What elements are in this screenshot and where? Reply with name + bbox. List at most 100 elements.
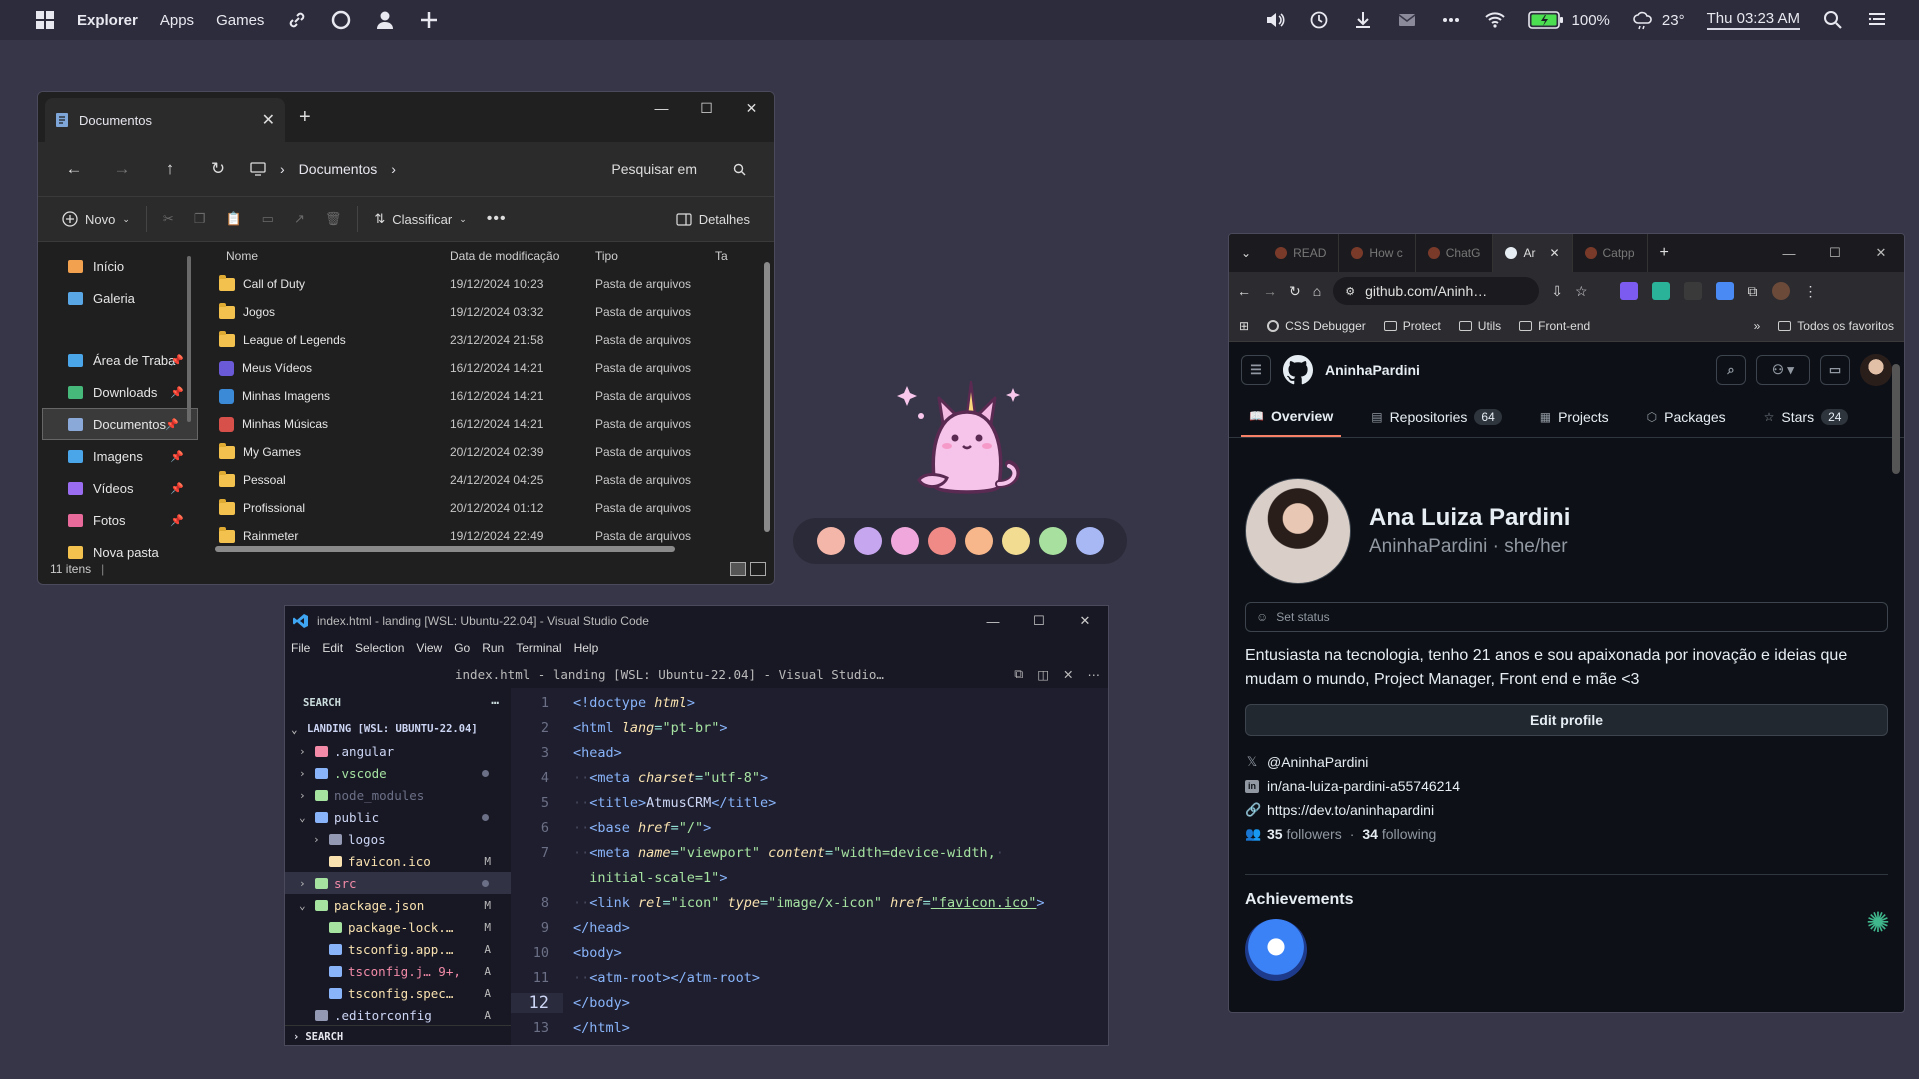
profile-tab[interactable]: ▤ Repositories 64 bbox=[1363, 397, 1510, 437]
tree-item[interactable]: tsconfig.spec… A bbox=[285, 982, 511, 1004]
twitter-link[interactable]: 𝕏 @AninhaPardini bbox=[1245, 750, 1888, 774]
paste-button[interactable]: 📋 bbox=[215, 202, 251, 236]
tree-item[interactable]: package-lock.… M bbox=[285, 916, 511, 938]
menu-run[interactable]: Run bbox=[482, 641, 504, 655]
maximize-button[interactable]: ☐ bbox=[684, 92, 729, 124]
details-button[interactable]: Detalhes bbox=[666, 202, 760, 236]
profile-avatar[interactable] bbox=[1245, 478, 1351, 584]
menu-kebab-icon[interactable]: ⋮ bbox=[1804, 283, 1818, 300]
close-window-button[interactable]: ✕ bbox=[1062, 606, 1108, 636]
minimize-button[interactable]: — bbox=[1766, 234, 1812, 272]
sort-button[interactable]: ⇅ Classificar ⌄ bbox=[364, 202, 476, 236]
refresh-icon[interactable]: ↻ bbox=[194, 149, 242, 189]
file-row[interactable]: Minhas Músicas 16/12/2024 14:21 Pasta de a… bbox=[202, 410, 774, 438]
notifications-button[interactable] bbox=[1855, 0, 1899, 40]
sidebar-item[interactable]: Fotos 📌 bbox=[38, 504, 202, 536]
tree-item[interactable]: favicon.ico M bbox=[285, 850, 511, 872]
menu-view[interactable]: View bbox=[416, 641, 442, 655]
close-editor-icon[interactable]: ✕ bbox=[1063, 667, 1073, 682]
sidebar-item[interactable]: Início bbox=[38, 250, 202, 282]
workspace-root[interactable]: ⌄ LANDING [WSL: UBUNTU-22.04] bbox=[285, 718, 511, 740]
browser-tab[interactable]: READ bbox=[1263, 234, 1340, 272]
breadcrumb-current[interactable]: Documentos bbox=[299, 161, 378, 177]
followers-link[interactable]: 35 followers bbox=[1267, 826, 1342, 842]
explorer-search[interactable]: Pesquisar em bbox=[611, 161, 762, 177]
user-button[interactable] bbox=[363, 0, 407, 40]
tab-search-button[interactable]: ⌄ bbox=[1229, 234, 1263, 272]
tree-item[interactable]: › .vscode bbox=[285, 762, 511, 784]
file-row[interactable]: Profissional 20/12/2024 01:12 Pasta de arq… bbox=[202, 494, 774, 522]
address-bar[interactable]: ⚙ github.com/Aninh… bbox=[1333, 277, 1540, 305]
profile-avatar[interactable] bbox=[1771, 282, 1790, 300]
pin-icon[interactable]: 📌 bbox=[170, 450, 184, 463]
bookmark-star-icon[interactable]: ☆ bbox=[1575, 283, 1588, 300]
more-button[interactable] bbox=[1429, 0, 1473, 40]
weather-button[interactable]: 23° bbox=[1621, 0, 1696, 40]
start-button[interactable] bbox=[24, 0, 66, 40]
minimize-button[interactable]: — bbox=[639, 92, 684, 124]
sidebar-item[interactable]: Documentos 📌 bbox=[42, 408, 198, 440]
copy-button[interactable]: ❐ bbox=[184, 202, 216, 236]
following-link[interactable]: 34 following bbox=[1362, 826, 1436, 842]
topbar-explorer[interactable]: Explorer bbox=[66, 0, 149, 40]
download-button[interactable] bbox=[1341, 0, 1385, 40]
more-bookmarks-icon[interactable]: » bbox=[1754, 319, 1761, 333]
new-tab-button[interactable]: + bbox=[1648, 244, 1681, 262]
more-options-button[interactable]: ••• bbox=[477, 202, 517, 236]
vertical-scrollbar[interactable] bbox=[1892, 364, 1900, 474]
battery-button[interactable]: 100% bbox=[1517, 0, 1621, 40]
linkedin-link[interactable]: in in/ana-luiza-pardini-a55746214 bbox=[1245, 774, 1888, 798]
browser-tab[interactable]: Ar ✕ bbox=[1493, 234, 1573, 272]
color-swatch[interactable] bbox=[1001, 527, 1030, 555]
vertical-scrollbar[interactable] bbox=[764, 262, 770, 532]
cut-button[interactable]: ✂ bbox=[153, 202, 184, 236]
home-icon[interactable]: ⌂ bbox=[1313, 283, 1321, 299]
sidebar-item[interactable]: Downloads 📌 bbox=[38, 376, 202, 408]
ghost-extension-icon[interactable] bbox=[1683, 282, 1702, 300]
tiles-view-button[interactable] bbox=[750, 562, 766, 576]
column-date[interactable]: Data de modificação bbox=[450, 249, 595, 263]
github-logo-icon[interactable] bbox=[1283, 355, 1313, 385]
file-row[interactable]: Jogos 19/12/2024 03:32 Pasta de arquivos bbox=[202, 298, 774, 326]
translate-extension-icon[interactable] bbox=[1715, 282, 1734, 300]
sidebar-scrollbar[interactable] bbox=[187, 256, 191, 422]
tree-item[interactable]: tsconfig.app.… A bbox=[285, 938, 511, 960]
tree-item[interactable]: › logos bbox=[285, 828, 511, 850]
search-button[interactable] bbox=[1811, 0, 1855, 40]
profile-tab[interactable]: ☆ Stars 24 bbox=[1756, 397, 1857, 437]
topbar-apps[interactable]: Apps bbox=[149, 0, 205, 40]
profile-tab[interactable]: ⬡ Packages bbox=[1639, 397, 1734, 437]
delete-button[interactable]: 🗑 bbox=[315, 202, 352, 236]
website-link[interactable]: 🔗 https://dev.to/aninhapardini bbox=[1245, 798, 1888, 822]
reload-icon[interactable]: ↻ bbox=[1289, 283, 1301, 300]
add-button[interactable] bbox=[407, 0, 451, 40]
profile-tab[interactable]: 📖 Overview bbox=[1241, 397, 1342, 437]
user-avatar[interactable] bbox=[1860, 354, 1892, 386]
stylus-extension-icon[interactable] bbox=[1651, 282, 1670, 300]
new-tab-button[interactable]: + bbox=[299, 106, 311, 129]
tree-item[interactable]: ⌄ public bbox=[285, 806, 511, 828]
close-tab-icon[interactable]: ✕ bbox=[262, 110, 275, 130]
compare-icon[interactable]: ⧉ bbox=[1014, 667, 1023, 682]
pin-icon[interactable]: 📌 bbox=[170, 514, 184, 527]
forward-arrow-icon[interactable]: → bbox=[98, 149, 146, 189]
file-row[interactable]: League of Legends 23/12/2024 21:58 Pasta d… bbox=[202, 326, 774, 354]
mail-button[interactable] bbox=[1385, 0, 1429, 40]
tree-item[interactable]: › node_modules bbox=[285, 784, 511, 806]
close-window-button[interactable]: ✕ bbox=[729, 92, 774, 124]
tree-item[interactable]: › src bbox=[285, 872, 511, 894]
bookmark-css-debugger[interactable]: CSS Debugger bbox=[1267, 319, 1366, 333]
color-swatch[interactable] bbox=[1038, 527, 1067, 555]
copilot-icon[interactable]: ⚇ ▾ bbox=[1756, 355, 1810, 385]
up-arrow-icon[interactable]: ↑ bbox=[146, 149, 194, 189]
pin-icon[interactable]: 📌 bbox=[165, 418, 179, 431]
color-swatch[interactable] bbox=[890, 527, 919, 555]
profile-tab[interactable]: ▦ Projects bbox=[1532, 397, 1617, 437]
browser-tab[interactable]: ChatG bbox=[1416, 234, 1494, 272]
pin-icon[interactable]: 📌 bbox=[170, 386, 184, 399]
hamburger-menu-icon[interactable]: ☰ bbox=[1241, 355, 1271, 385]
puzzle-icon[interactable]: ⧉ bbox=[1748, 283, 1758, 300]
maximize-button[interactable]: ☐ bbox=[1812, 234, 1858, 272]
color-swatch[interactable] bbox=[816, 527, 845, 555]
vue-extension-icon[interactable] bbox=[1619, 282, 1638, 300]
